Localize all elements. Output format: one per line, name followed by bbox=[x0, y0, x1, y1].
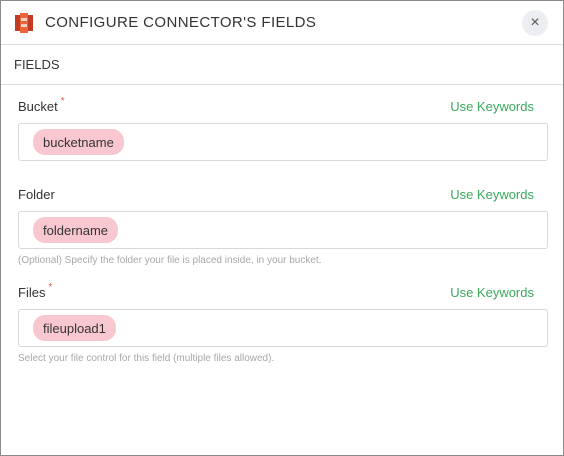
folder-value-chip[interactable]: foldername bbox=[33, 217, 119, 243]
close-button[interactable]: × bbox=[522, 9, 548, 36]
fields-form: Bucket * Use Keywords bucketname Folder U… bbox=[1, 85, 563, 364]
dialog-header: CONFIGURE CONNECTOR'S FIELDS × bbox=[1, 1, 563, 45]
configure-connector-dialog: CONFIGURE CONNECTOR'S FIELDS × FIELDS Bu… bbox=[0, 0, 564, 456]
dialog-title: CONFIGURE CONNECTOR'S FIELDS bbox=[45, 14, 317, 31]
section-fields-header: FIELDS bbox=[1, 45, 563, 85]
files-value-chip[interactable]: fileupload1 bbox=[33, 315, 116, 341]
field-files-head: Files * Use Keywords bbox=[18, 282, 547, 300]
field-files-label-text: Files bbox=[18, 285, 46, 300]
field-folder-head: Folder Use Keywords bbox=[18, 187, 547, 202]
field-folder: Folder Use Keywords foldername (Optional… bbox=[18, 161, 548, 266]
folder-hint: (Optional) Specify the folder your file … bbox=[18, 255, 322, 266]
close-icon: × bbox=[530, 13, 540, 31]
field-files-label: Files * bbox=[18, 282, 53, 300]
connector-logo-icon bbox=[13, 12, 35, 34]
field-bucket-label: Bucket * bbox=[18, 96, 65, 114]
use-keywords-link-folder[interactable]: Use Keywords bbox=[450, 187, 534, 202]
field-bucket-head: Bucket * Use Keywords bbox=[18, 96, 547, 114]
required-mark: * bbox=[48, 282, 53, 293]
use-keywords-link-files[interactable]: Use Keywords bbox=[450, 285, 534, 300]
required-mark: * bbox=[60, 96, 65, 107]
use-keywords-link-bucket[interactable]: Use Keywords bbox=[450, 99, 534, 114]
section-label: FIELDS bbox=[14, 57, 60, 72]
field-files: Files * Use Keywords fileupload1 Select y… bbox=[18, 266, 548, 364]
field-folder-label: Folder bbox=[18, 187, 55, 202]
bucket-value-chip[interactable]: bucketname bbox=[33, 129, 124, 155]
bucket-input[interactable]: bucketname bbox=[18, 123, 548, 161]
field-bucket-label-text: Bucket bbox=[18, 99, 58, 114]
field-bucket: Bucket * Use Keywords bucketname bbox=[18, 85, 548, 161]
files-input[interactable]: fileupload1 bbox=[18, 309, 548, 347]
folder-input[interactable]: foldername bbox=[18, 211, 548, 249]
files-hint: Select your file control for this field … bbox=[18, 353, 275, 364]
